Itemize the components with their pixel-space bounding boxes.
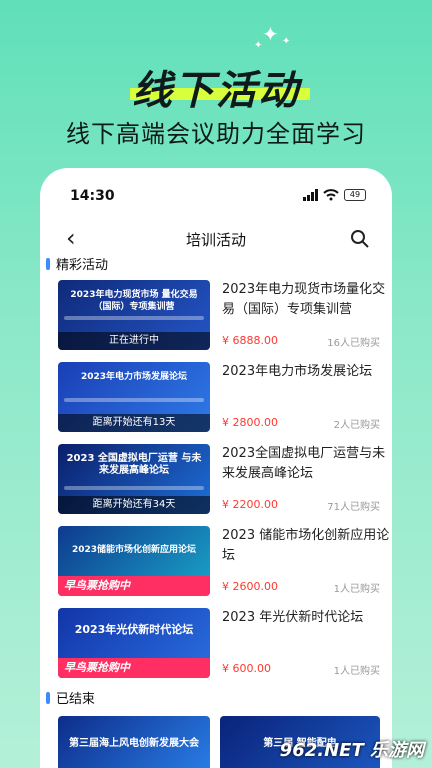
sparkle-icon: ✦ bbox=[254, 40, 263, 51]
search-icon[interactable] bbox=[350, 229, 370, 249]
event-card[interactable]: 2023 全国虚拟电厂运营 与未来发展高峰论坛 距离开始还有34天 2023全国… bbox=[58, 444, 385, 514]
event-status: 早鸟票抢购中 bbox=[58, 576, 210, 596]
section-label: 已结束 bbox=[56, 692, 96, 707]
event-buyers: 71人已购买 bbox=[327, 502, 380, 513]
event-card[interactable]: 2023年光伏新时代论坛 早鸟票抢购中 2023 年光伏新时代论坛 ¥ 600.… bbox=[58, 608, 380, 678]
event-price: ¥ 6888.00 bbox=[222, 334, 278, 347]
event-buyers: 2人已购买 bbox=[333, 420, 380, 431]
thumb-title: 2023 全国虚拟电厂运营 与未来发展高峰论坛 bbox=[66, 453, 202, 476]
event-card[interactable]: 2023年电力现货市场 量化交易（国际）专项集训营 正在进行中 2023年电力现… bbox=[58, 280, 385, 350]
promo-subtitle: 线下高端会议助力全面学习 bbox=[66, 120, 366, 148]
event-thumbnail: 2023年电力现货市场 量化交易（国际）专项集训营 正在进行中 bbox=[58, 280, 210, 350]
sparkle-icon: ✦ bbox=[262, 22, 279, 46]
watermark-logo: 962.NET 乐游网 bbox=[279, 740, 424, 761]
event-thumbnail: 2023储能市场化创新应用论坛 早鸟票抢购中 bbox=[58, 526, 210, 596]
phone-frame: 14:30 49 ‹ 培训活动 精彩活动 2023年电力现货市场 量化交易（国际… bbox=[40, 168, 392, 768]
section-label: 精彩活动 bbox=[56, 258, 109, 273]
battery-icon: 49 bbox=[344, 189, 366, 201]
event-thumbnail: 2023 全国虚拟电厂运营 与未来发展高峰论坛 距离开始还有34天 bbox=[58, 444, 210, 514]
event-price: ¥ 600.00 bbox=[222, 662, 271, 675]
signal-icon bbox=[303, 189, 318, 201]
event-thumbnail: 2023年电力市场发展论坛 距离开始还有13天 bbox=[58, 362, 210, 432]
thumb-title: 2023年电力现货市场 量化交易（国际）专项集训营 bbox=[70, 290, 198, 312]
event-status: 距离开始还有13天 bbox=[58, 414, 210, 432]
promo-title: 线下活动 bbox=[0, 58, 432, 116]
ended-event-thumbnail[interactable]: 第三届海上风电创新发展大会 bbox=[58, 716, 210, 768]
sparkle-icon: ✦ bbox=[282, 36, 291, 47]
event-thumbnail: 2023年光伏新时代论坛 早鸟票抢购中 bbox=[58, 608, 210, 678]
thumb-title: 2023储能市场化创新应用论坛 bbox=[71, 545, 197, 555]
event-title: 2023 储能市场化创新应用论坛 bbox=[222, 528, 390, 563]
event-price: ¥ 2600.00 bbox=[222, 580, 278, 593]
thumb-title: 第三届海上风电创新发展大会 bbox=[69, 738, 199, 749]
event-card[interactable]: 2023储能市场化创新应用论坛 早鸟票抢购中 2023 储能市场化创新应用论坛 … bbox=[58, 526, 389, 596]
event-price: ¥ 2800.00 bbox=[222, 416, 278, 429]
event-title: 2023年电力现货市场量化交易（国际）专项集训营 bbox=[222, 282, 386, 317]
event-status: 正在进行中 bbox=[58, 332, 210, 350]
event-title: 2023 年光伏新时代论坛 bbox=[222, 610, 364, 625]
nav-header: ‹ 培训活动 bbox=[40, 224, 392, 254]
section-ended: 已结束 bbox=[46, 688, 95, 707]
event-price: ¥ 2200.00 bbox=[222, 498, 278, 511]
status-bar: 14:30 49 bbox=[40, 186, 392, 208]
thumb-title: 2023年电力市场发展论坛 bbox=[80, 372, 188, 382]
event-card[interactable]: 2023年电力市场发展论坛 距离开始还有13天 2023年电力市场发展论坛 ¥ … bbox=[58, 362, 380, 432]
status-time: 14:30 bbox=[70, 188, 115, 204]
event-buyers: 1人已购买 bbox=[333, 584, 380, 595]
thumb-title: 2023年光伏新时代论坛 bbox=[74, 623, 194, 636]
event-title: 2023年电力市场发展论坛 bbox=[222, 364, 373, 379]
event-buyers: 1人已购买 bbox=[333, 666, 380, 677]
section-featured: 精彩活动 bbox=[46, 254, 108, 273]
event-buyers: 16人已购买 bbox=[327, 338, 380, 349]
event-status: 早鸟票抢购中 bbox=[58, 658, 210, 678]
event-title: 2023全国虚拟电厂运营与未来发展高峰论坛 bbox=[222, 446, 386, 481]
wifi-icon bbox=[323, 189, 339, 201]
page-title: 培训活动 bbox=[185, 231, 246, 249]
event-status: 距离开始还有34天 bbox=[58, 496, 210, 514]
